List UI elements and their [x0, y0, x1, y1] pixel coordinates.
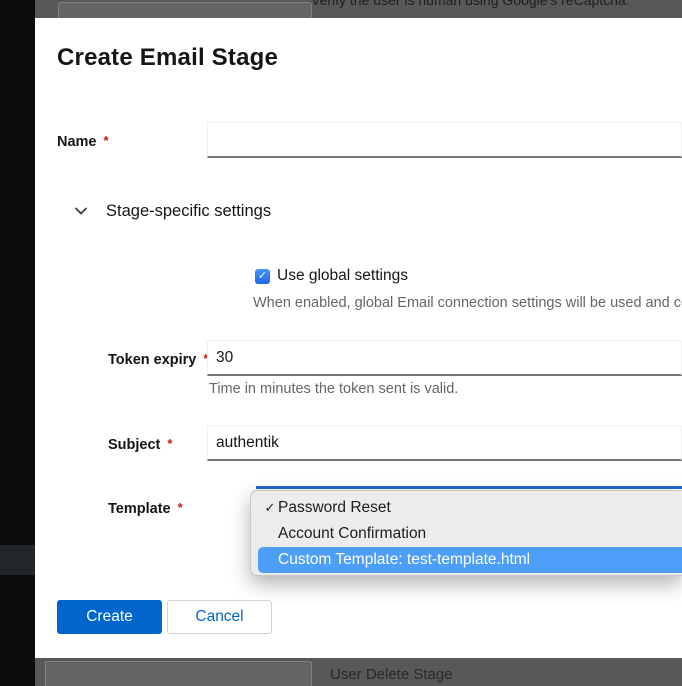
dropdown-option-custom-template[interactable]: Custom Template: test-template.html	[258, 547, 682, 573]
name-label: Name *	[57, 133, 109, 150]
required-asterisk: *	[178, 500, 183, 515]
use-global-settings-help: When enabled, global Email connection se…	[253, 295, 682, 311]
page-title: Create Email Stage	[57, 44, 278, 72]
token-expiry-label: Token expiry*	[108, 351, 208, 368]
required-asterisk: *	[167, 436, 172, 451]
checkbox-check-icon: ✓	[258, 270, 267, 282]
chevron-down-icon	[73, 203, 89, 219]
name-input[interactable]	[207, 122, 682, 158]
cancel-button[interactable]: Cancel	[167, 600, 272, 634]
token-expiry-help: Time in minutes the token sent is valid.	[209, 381, 458, 397]
token-expiry-input[interactable]	[207, 340, 682, 376]
subject-label: Subject *	[108, 436, 172, 453]
checkmark-icon: ✓	[262, 500, 278, 516]
section-toggle-stage-specific[interactable]: Stage-specific settings	[73, 198, 271, 224]
section-title: Stage-specific settings	[106, 202, 271, 221]
app-sidebar	[0, 0, 35, 686]
backdrop-bottom: User Delete Stage	[35, 658, 682, 686]
template-dropdown-popup: ✓ Password Reset Account Confirmation Cu…	[250, 490, 682, 576]
backdrop-top: Verify the user is human using Google's …	[35, 0, 682, 18]
subject-label-text: Subject	[108, 437, 160, 453]
template-label: Template *	[108, 500, 183, 517]
template-select[interactable]	[256, 486, 682, 489]
use-global-settings-label[interactable]: Use global settings	[277, 267, 408, 285]
background-text-user-delete-stage: User Delete Stage	[330, 666, 453, 683]
template-label-text: Template	[108, 501, 171, 517]
token-expiry-label-text: Token expiry	[108, 352, 196, 368]
subject-input[interactable]	[207, 425, 682, 461]
required-asterisk: *	[104, 133, 109, 148]
background-table-card	[45, 661, 312, 686]
background-text-recaptcha: Verify the user is human using Google's …	[311, 0, 630, 8]
dropdown-option-account-confirmation[interactable]: Account Confirmation	[251, 521, 682, 547]
create-button[interactable]: Create	[57, 600, 162, 634]
use-global-settings-checkbox[interactable]: ✓	[255, 269, 270, 284]
create-email-stage-modal: Create Email Stage Name * Stage-specific …	[35, 18, 682, 658]
background-table-card	[58, 2, 312, 18]
use-global-settings-row: ✓ Use global settings	[255, 267, 408, 285]
name-label-text: Name	[57, 134, 97, 150]
dropdown-option-password-reset[interactable]: ✓ Password Reset	[251, 495, 682, 521]
sidebar-active-item	[0, 545, 35, 575]
